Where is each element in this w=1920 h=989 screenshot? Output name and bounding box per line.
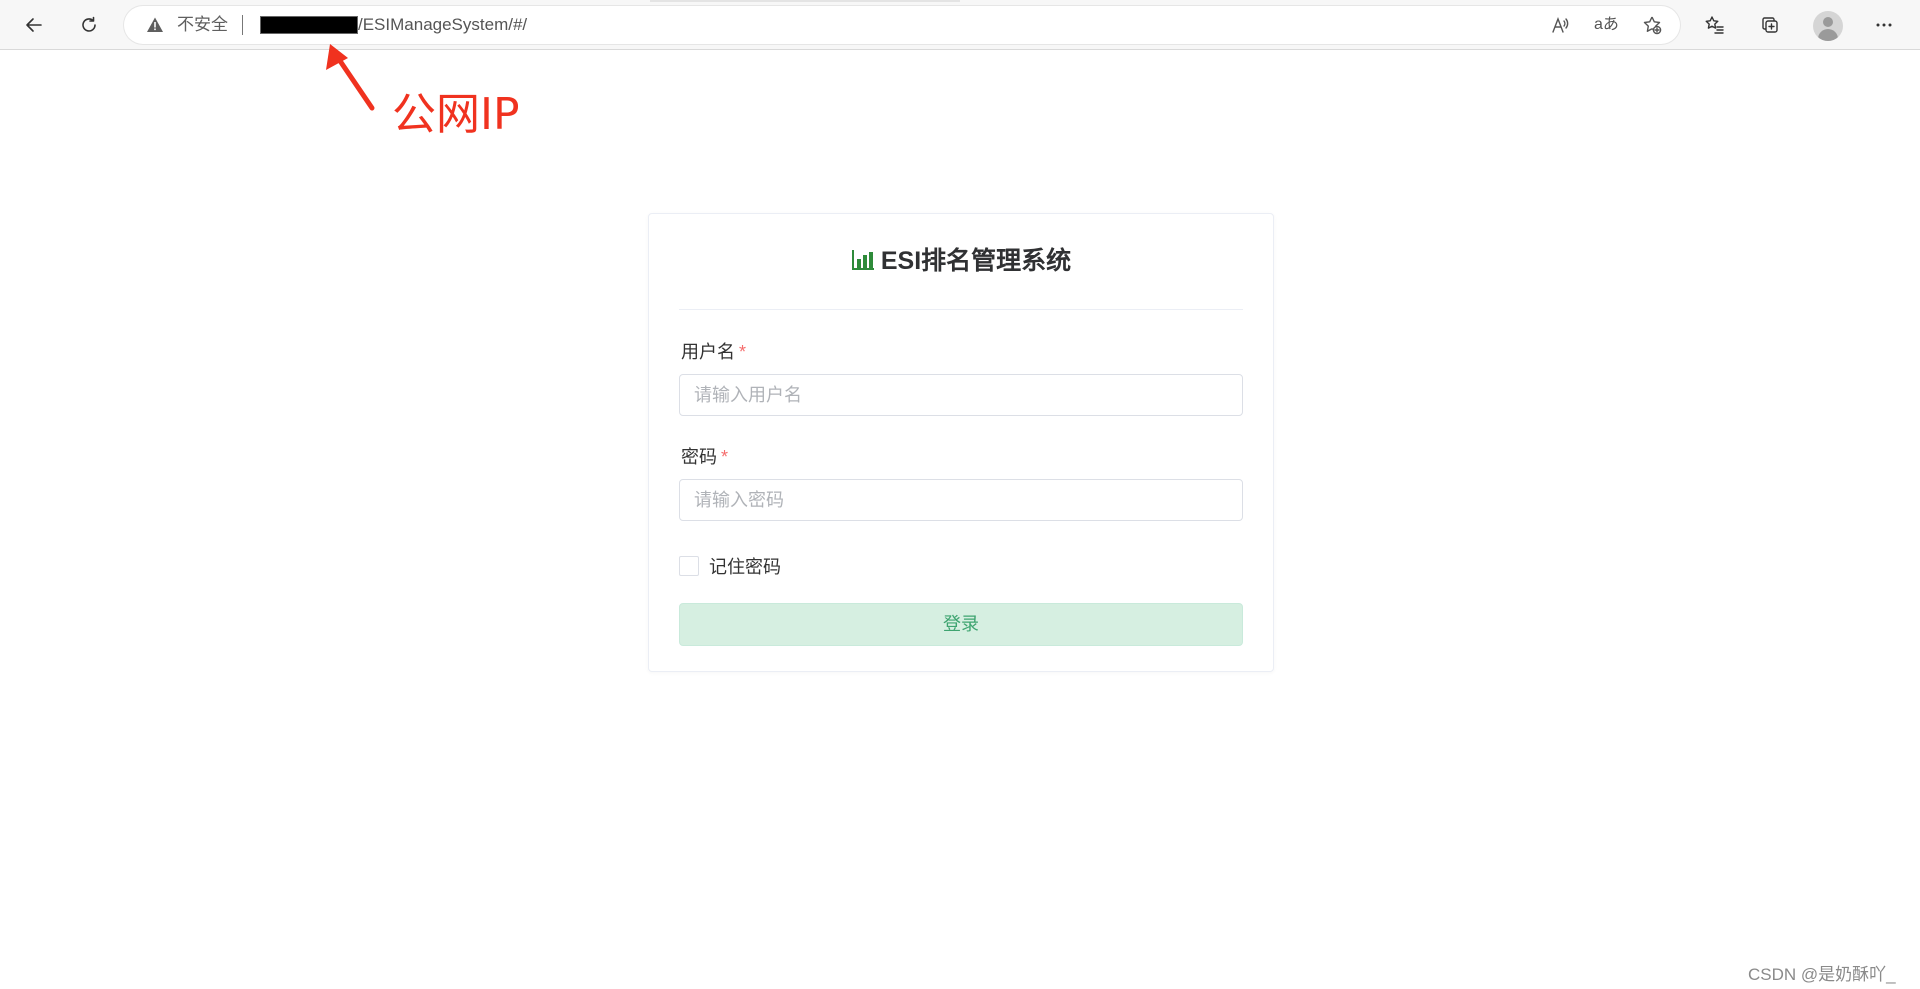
title-divider	[679, 309, 1243, 310]
annotation-arrow-icon	[326, 44, 375, 111]
remember-password-label[interactable]: 记住密码	[709, 553, 781, 579]
remember-password-checkbox[interactable]	[679, 556, 699, 576]
login-title-text: ESI排名管理系统	[880, 247, 1072, 275]
url-path[interactable]: /ESIManageSystem/#/	[358, 16, 527, 34]
redacted-host	[260, 16, 358, 34]
annotation-label: 公网IP	[392, 89, 520, 140]
avatar-head	[1823, 17, 1833, 27]
avatar-body	[1818, 29, 1838, 41]
back-button[interactable]	[18, 9, 50, 41]
password-label-text: 密码	[681, 447, 717, 467]
username-label-text: 用户名	[681, 342, 735, 362]
password-label: 密码 *	[681, 446, 728, 468]
more-menu-button[interactable]	[1868, 9, 1900, 41]
read-aloud-button[interactable]	[1550, 15, 1570, 35]
favorites-list-icon	[1705, 16, 1724, 34]
browser-toolbar: 不安全 /ESIManageSystem/#/ aあ	[0, 0, 1920, 50]
translate-icon: aあ	[1594, 16, 1619, 33]
password-input[interactable]	[679, 479, 1243, 521]
required-mark: *	[721, 447, 729, 467]
more-dots-icon	[1876, 23, 1892, 27]
required-mark: *	[739, 342, 747, 362]
username-input[interactable]	[679, 374, 1243, 416]
collections-icon	[1762, 17, 1778, 33]
address-separator	[242, 15, 243, 35]
read-aloud-icon	[1552, 17, 1569, 33]
username-label: 用户名 *	[681, 341, 746, 363]
security-status-label[interactable]: 不安全	[177, 16, 228, 34]
add-favorite-button[interactable]	[1642, 15, 1662, 35]
warning-triangle-icon[interactable]	[146, 16, 164, 34]
favorites-button[interactable]	[1699, 9, 1731, 41]
profile-avatar-icon[interactable]	[1813, 11, 1843, 41]
refresh-button[interactable]	[73, 9, 105, 41]
remember-password[interactable]: 记住密码	[679, 554, 781, 578]
login-title: ESI排名管理系统	[649, 244, 1273, 278]
star-plus-icon	[1643, 16, 1662, 35]
back-arrow-icon	[26, 18, 42, 32]
bar-chart-icon	[851, 250, 874, 270]
watermark: CSDN @是奶酥吖_	[1748, 965, 1896, 984]
refresh-icon	[82, 16, 96, 32]
translate-button[interactable]: aあ	[1594, 15, 1620, 35]
login-button[interactable]: 登录	[679, 603, 1243, 646]
tab-strip-edge	[650, 0, 960, 2]
login-card: ESI排名管理系统 用户名* 密码* 记住密码 登录	[648, 213, 1274, 672]
collections-button[interactable]	[1754, 9, 1786, 41]
